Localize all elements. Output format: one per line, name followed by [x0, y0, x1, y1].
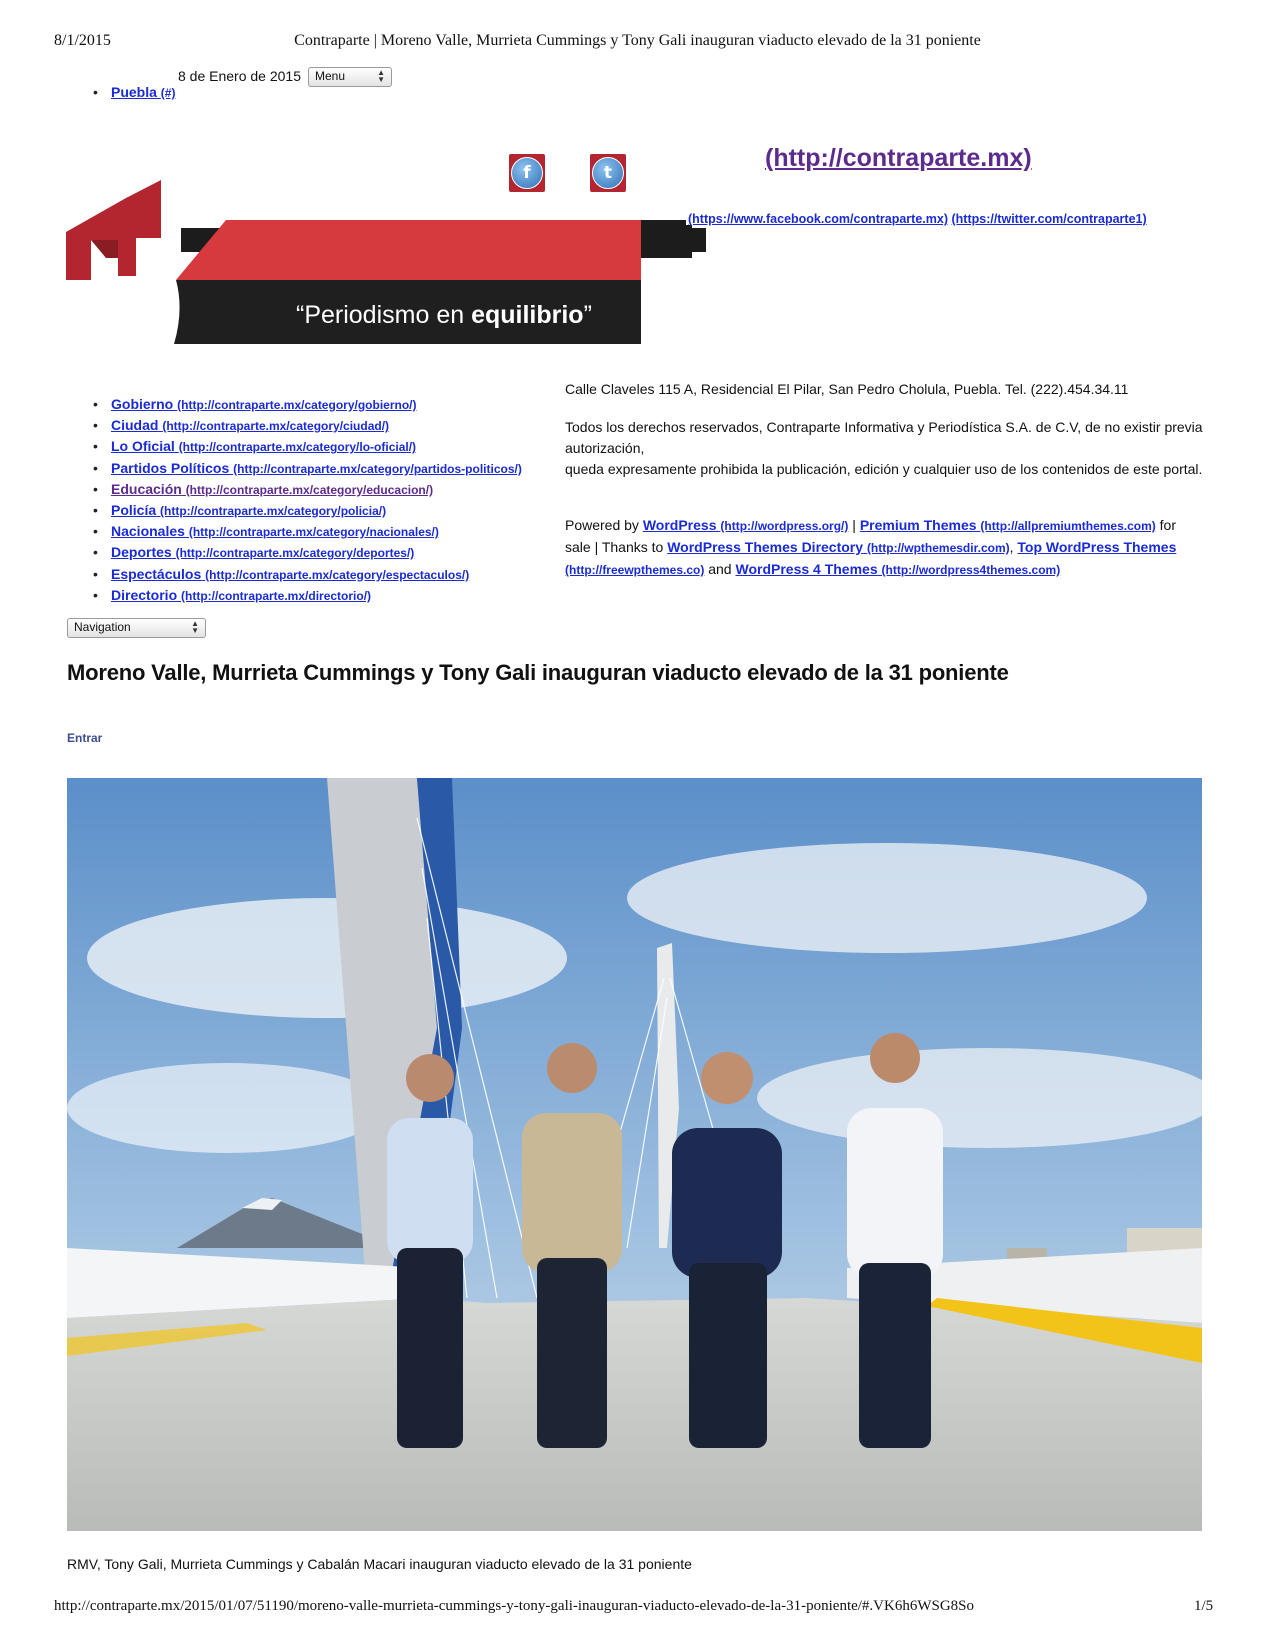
twitter-link[interactable]: (https://twitter.com/contraparte1): [951, 212, 1146, 226]
category-item[interactable]: Directorio (http://contraparte.mx/direct…: [93, 585, 522, 606]
category-item[interactable]: Policía (http://contraparte.mx/category/…: [93, 500, 522, 521]
contact-address: Calle Claveles 115 A, Residencial El Pil…: [565, 381, 1129, 397]
category-link-educacion[interactable]: Educación (http://contraparte.mx/categor…: [111, 481, 433, 497]
facebook-icon[interactable]: f: [509, 154, 545, 192]
category-link-lo-oficial[interactable]: Lo Oficial (http://contraparte.mx/catego…: [111, 438, 416, 454]
print-page-number: 1/5: [1194, 1598, 1214, 1614]
photo-caption: RMV, Tony Gali, Murrieta Cummings y Caba…: [67, 1556, 692, 1572]
category-item[interactable]: Gobierno (http://contraparte.mx/category…: [93, 394, 522, 415]
print-url: http://contraparte.mx/2015/01/07/51190/m…: [54, 1598, 975, 1614]
category-link-partidos-politicos[interactable]: Partidos Políticos (http://contraparte.m…: [111, 460, 522, 476]
contraparte-logo[interactable]: “Periodismo en equilibrio”: [66, 180, 726, 360]
facebook-link[interactable]: (https://www.facebook.com/contraparte.mx…: [688, 212, 948, 226]
menu-select-value: Menu: [315, 69, 346, 83]
top-menu-item-puebla[interactable]: Puebla (#): [93, 84, 176, 100]
category-item[interactable]: Espectáculos (http://contraparte.mx/cate…: [93, 564, 522, 585]
logo-tagline: “Periodismo en equilibrio”: [296, 301, 592, 329]
article-photo: [67, 778, 1202, 1531]
premium-themes-link[interactable]: Premium Themes (http://allpremiumthemes.…: [860, 517, 1156, 533]
rights-line-2: queda expresamente prohibida la publicac…: [565, 461, 1203, 477]
category-item[interactable]: Ciudad (http://contraparte.mx/category/c…: [93, 415, 522, 436]
category-link-nacionales[interactable]: Nacionales (http://contraparte.mx/catego…: [111, 523, 439, 539]
article-title: Moreno Valle, Murrieta Cummings y Tony G…: [67, 660, 1009, 685]
category-link-policia[interactable]: Policía (http://contraparte.mx/category/…: [111, 502, 386, 518]
powered-by: Powered by WordPress (http://wordpress.o…: [565, 517, 1177, 577]
site-date: 8 de Enero de 2015: [178, 68, 301, 84]
category-item[interactable]: Partidos Políticos (http://contraparte.m…: [93, 458, 522, 479]
print-page-title: Contraparte | Moreno Valle, Murrieta Cum…: [294, 32, 981, 49]
rights-line-1: Todos los derechos reservados, Contrapar…: [565, 419, 1203, 456]
category-item[interactable]: Lo Oficial (http://contraparte.mx/catego…: [93, 436, 522, 457]
wordpress-4-themes-link[interactable]: WordPress 4 Themes (http://wordpress4the…: [735, 561, 1060, 577]
category-link-gobierno[interactable]: Gobierno (http://contraparte.mx/category…: [111, 396, 416, 412]
select-arrows-icon: ▲ ▼: [191, 619, 199, 635]
themes-directory-link[interactable]: WordPress Themes Directory (http://wpthe…: [667, 539, 1009, 555]
twitter-icon[interactable]: t: [590, 154, 626, 192]
navigation-select[interactable]: Navigation ▲ ▼: [67, 618, 206, 638]
home-link[interactable]: (http://contraparte.mx): [765, 144, 1032, 173]
puebla-link[interactable]: Puebla (#): [111, 84, 175, 100]
login-link[interactable]: Entrar: [67, 731, 102, 745]
top-menu: Puebla (#): [93, 84, 176, 100]
select-arrows-icon: ▲ ▼: [377, 68, 385, 84]
navigation-select-value: Navigation: [74, 620, 131, 634]
menu-select[interactable]: Menu ▲ ▼: [308, 67, 392, 87]
category-nav: Gobierno (http://contraparte.mx/category…: [93, 394, 522, 606]
category-link-ciudad[interactable]: Ciudad (http://contraparte.mx/category/c…: [111, 417, 389, 433]
category-link-espectaculos[interactable]: Espectáculos (http://contraparte.mx/cate…: [111, 566, 469, 582]
rights-notice: Todos los derechos reservados, Contrapar…: [565, 417, 1205, 480]
category-item[interactable]: Educación (http://contraparte.mx/categor…: [93, 479, 522, 500]
category-item[interactable]: Deportes (http://contraparte.mx/category…: [93, 542, 522, 563]
category-link-deportes[interactable]: Deportes (http://contraparte.mx/category…: [111, 544, 414, 560]
category-item[interactable]: Nacionales (http://contraparte.mx/catego…: [93, 521, 522, 542]
social-links: (https://www.facebook.com/contraparte.mx…: [688, 212, 1147, 226]
wordpress-link[interactable]: WordPress (http://wordpress.org/): [643, 517, 849, 533]
category-link-directorio[interactable]: Directorio (http://contraparte.mx/direct…: [111, 587, 371, 603]
